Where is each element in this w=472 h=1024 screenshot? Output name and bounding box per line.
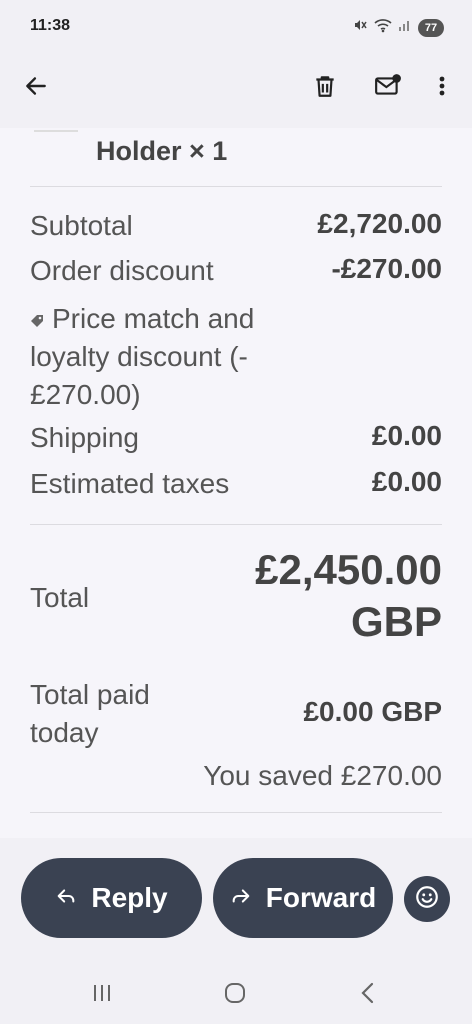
mark-unread-icon[interactable] — [368, 66, 408, 106]
subtotal-value: £2,720.00 — [317, 208, 442, 239]
back-nav-icon[interactable] — [348, 978, 388, 1008]
product-thumbnail — [34, 128, 78, 132]
subtotal-label: Subtotal — [30, 210, 133, 241]
status-bar: 11:38 77 — [0, 0, 472, 54]
shipping-label: Shipping — [30, 422, 139, 453]
total-paid-label: Total paid today — [30, 679, 150, 748]
discount-note-text: Price match and loyalty discount (-£270.… — [30, 303, 255, 410]
order-discount-label: Order discount — [30, 255, 214, 286]
forward-label: Forward — [265, 882, 377, 913]
wifi-icon — [374, 17, 392, 38]
saved-amount: You saved £270.00 — [203, 760, 442, 791]
divider — [30, 186, 442, 187]
emoji-reaction-button[interactable] — [404, 876, 450, 922]
total-label: Total — [30, 582, 90, 613]
smiley-icon — [414, 884, 440, 915]
reply-icon — [55, 882, 77, 914]
taxes-value: £0.00 — [371, 466, 442, 497]
reply-label: Reply — [91, 882, 168, 913]
system-nav-bar — [0, 960, 472, 1024]
signal-icon — [398, 18, 412, 37]
divider — [30, 524, 442, 525]
total-value: £2,450.00 GBP — [255, 546, 442, 645]
home-icon[interactable] — [215, 978, 255, 1008]
back-arrow-icon[interactable] — [16, 66, 56, 106]
app-bar — [0, 54, 472, 128]
discount-note: Price match and loyalty discount (-£270.… — [30, 300, 320, 414]
order-discount-value: -£270.00 — [331, 253, 442, 284]
reply-button[interactable]: Reply — [21, 858, 202, 938]
total-paid-value: £0.00 GBP — [303, 696, 442, 727]
tag-icon — [30, 300, 44, 338]
taxes-label: Estimated taxes — [30, 468, 230, 499]
recents-icon[interactable] — [82, 978, 122, 1008]
more-vert-icon[interactable] — [422, 66, 462, 106]
forward-button[interactable]: Forward — [213, 858, 393, 938]
mute-icon — [352, 17, 368, 38]
email-body: Holder × 1 Subtotal £2,720.00 Order disc… — [0, 128, 472, 838]
status-time: 11:38 — [30, 17, 71, 34]
divider — [30, 812, 442, 813]
status-icons: 77 — [352, 17, 444, 38]
battery-icon: 77 — [418, 18, 444, 37]
shipping-value: £0.00 — [371, 420, 442, 451]
trash-icon[interactable] — [305, 66, 345, 106]
forward-icon — [230, 882, 252, 914]
item-name: Holder × 1 — [96, 136, 228, 166]
